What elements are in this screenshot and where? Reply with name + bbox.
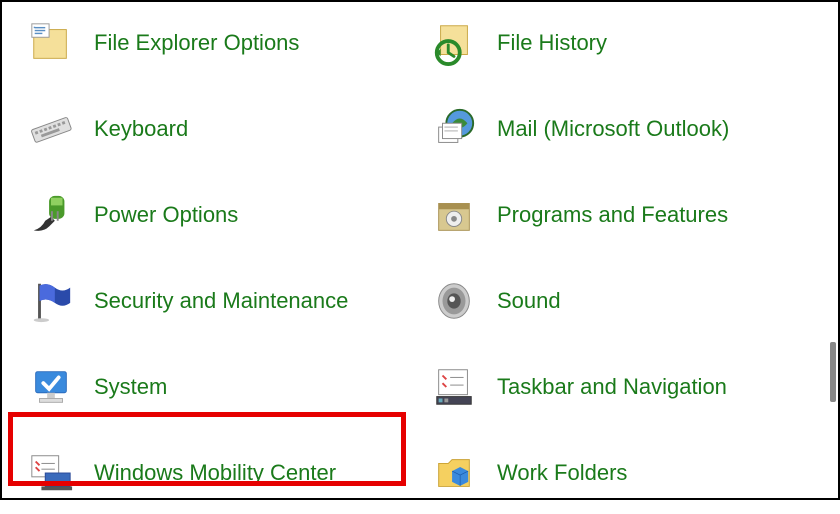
item-keyboard[interactable]: Keyboard <box>22 100 415 158</box>
power-plug-icon <box>26 190 76 240</box>
item-mail[interactable]: Mail (Microsoft Outlook) <box>425 100 818 158</box>
item-system[interactable]: System <box>22 358 415 416</box>
item-file-history[interactable]: File History <box>425 14 818 72</box>
mobility-icon <box>26 448 76 498</box>
monitor-check-icon <box>26 362 76 412</box>
item-label: Work Folders <box>497 460 627 486</box>
item-label: Keyboard <box>94 116 188 142</box>
item-file-explorer-options[interactable]: File Explorer Options <box>22 14 415 72</box>
item-label: File History <box>497 30 607 56</box>
item-power-options[interactable]: Power Options <box>22 186 415 244</box>
folder-options-icon <box>26 18 76 68</box>
item-label: Security and Maintenance <box>94 288 348 314</box>
mail-icon <box>429 104 479 154</box>
item-security-and-maintenance[interactable]: Security and Maintenance <box>22 272 415 330</box>
control-panel-grid: File Explorer Options File History <box>2 2 838 514</box>
work-folder-icon <box>429 448 479 498</box>
keyboard-icon <box>26 104 76 154</box>
item-label: Sound <box>497 288 561 314</box>
item-label: Mail (Microsoft Outlook) <box>497 116 729 142</box>
item-label: Windows Mobility Center <box>94 460 336 486</box>
item-label: Programs and Features <box>497 202 728 228</box>
item-label: Taskbar and Navigation <box>497 374 727 400</box>
flag-icon <box>26 276 76 326</box>
programs-icon <box>429 190 479 240</box>
item-label: System <box>94 374 167 400</box>
item-sound[interactable]: Sound <box>425 272 818 330</box>
item-label: File Explorer Options <box>94 30 299 56</box>
item-windows-mobility-center[interactable]: Windows Mobility Center <box>22 444 415 502</box>
item-work-folders[interactable]: Work Folders <box>425 444 818 502</box>
item-label: Power Options <box>94 202 238 228</box>
scrollbar-thumb[interactable] <box>830 342 836 402</box>
taskbar-icon <box>429 362 479 412</box>
item-taskbar-and-navigation[interactable]: Taskbar and Navigation <box>425 358 818 416</box>
speaker-icon <box>429 276 479 326</box>
item-programs-and-features[interactable]: Programs and Features <box>425 186 818 244</box>
file-history-icon <box>429 18 479 68</box>
